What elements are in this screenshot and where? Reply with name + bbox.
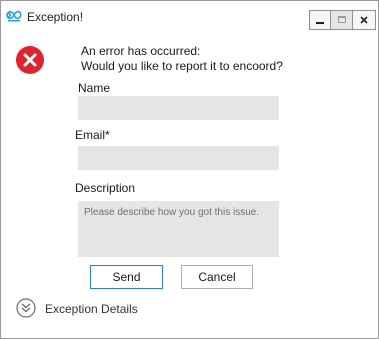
title-bar: Exception!: [1, 1, 378, 33]
name-field[interactable]: [78, 96, 279, 120]
cancel-button[interactable]: Cancel: [181, 265, 253, 289]
caption-buttons: [309, 10, 376, 32]
exception-details-label[interactable]: Exception Details: [45, 302, 138, 316]
send-button[interactable]: Send: [90, 265, 163, 289]
description-label: Description: [75, 181, 136, 195]
window-title: Exception!: [27, 10, 84, 24]
error-message: An error has occurred: Would you like to…: [81, 44, 283, 74]
description-textarea[interactable]: Please describe how you got this issue.: [78, 201, 279, 257]
maximize-icon: [337, 16, 346, 23]
minimize-button[interactable]: [309, 10, 331, 30]
error-message-line1: An error has occurred:: [81, 44, 201, 58]
infinity-logo-icon: [6, 7, 22, 23]
error-icon: [15, 45, 45, 75]
error-message-line2: Would you like to report it to encoord?: [81, 59, 283, 73]
email-label: Email*: [75, 128, 110, 142]
minimize-icon: [316, 22, 324, 24]
email-field[interactable]: [78, 146, 279, 170]
maximize-button[interactable]: [330, 10, 353, 30]
close-icon: [360, 16, 368, 24]
close-button[interactable]: [352, 10, 376, 30]
name-label: Name: [78, 81, 111, 95]
chevron-down-circle-icon[interactable]: [16, 298, 36, 318]
exception-dialog: Exception! An error has occurred: Would …: [0, 0, 379, 339]
